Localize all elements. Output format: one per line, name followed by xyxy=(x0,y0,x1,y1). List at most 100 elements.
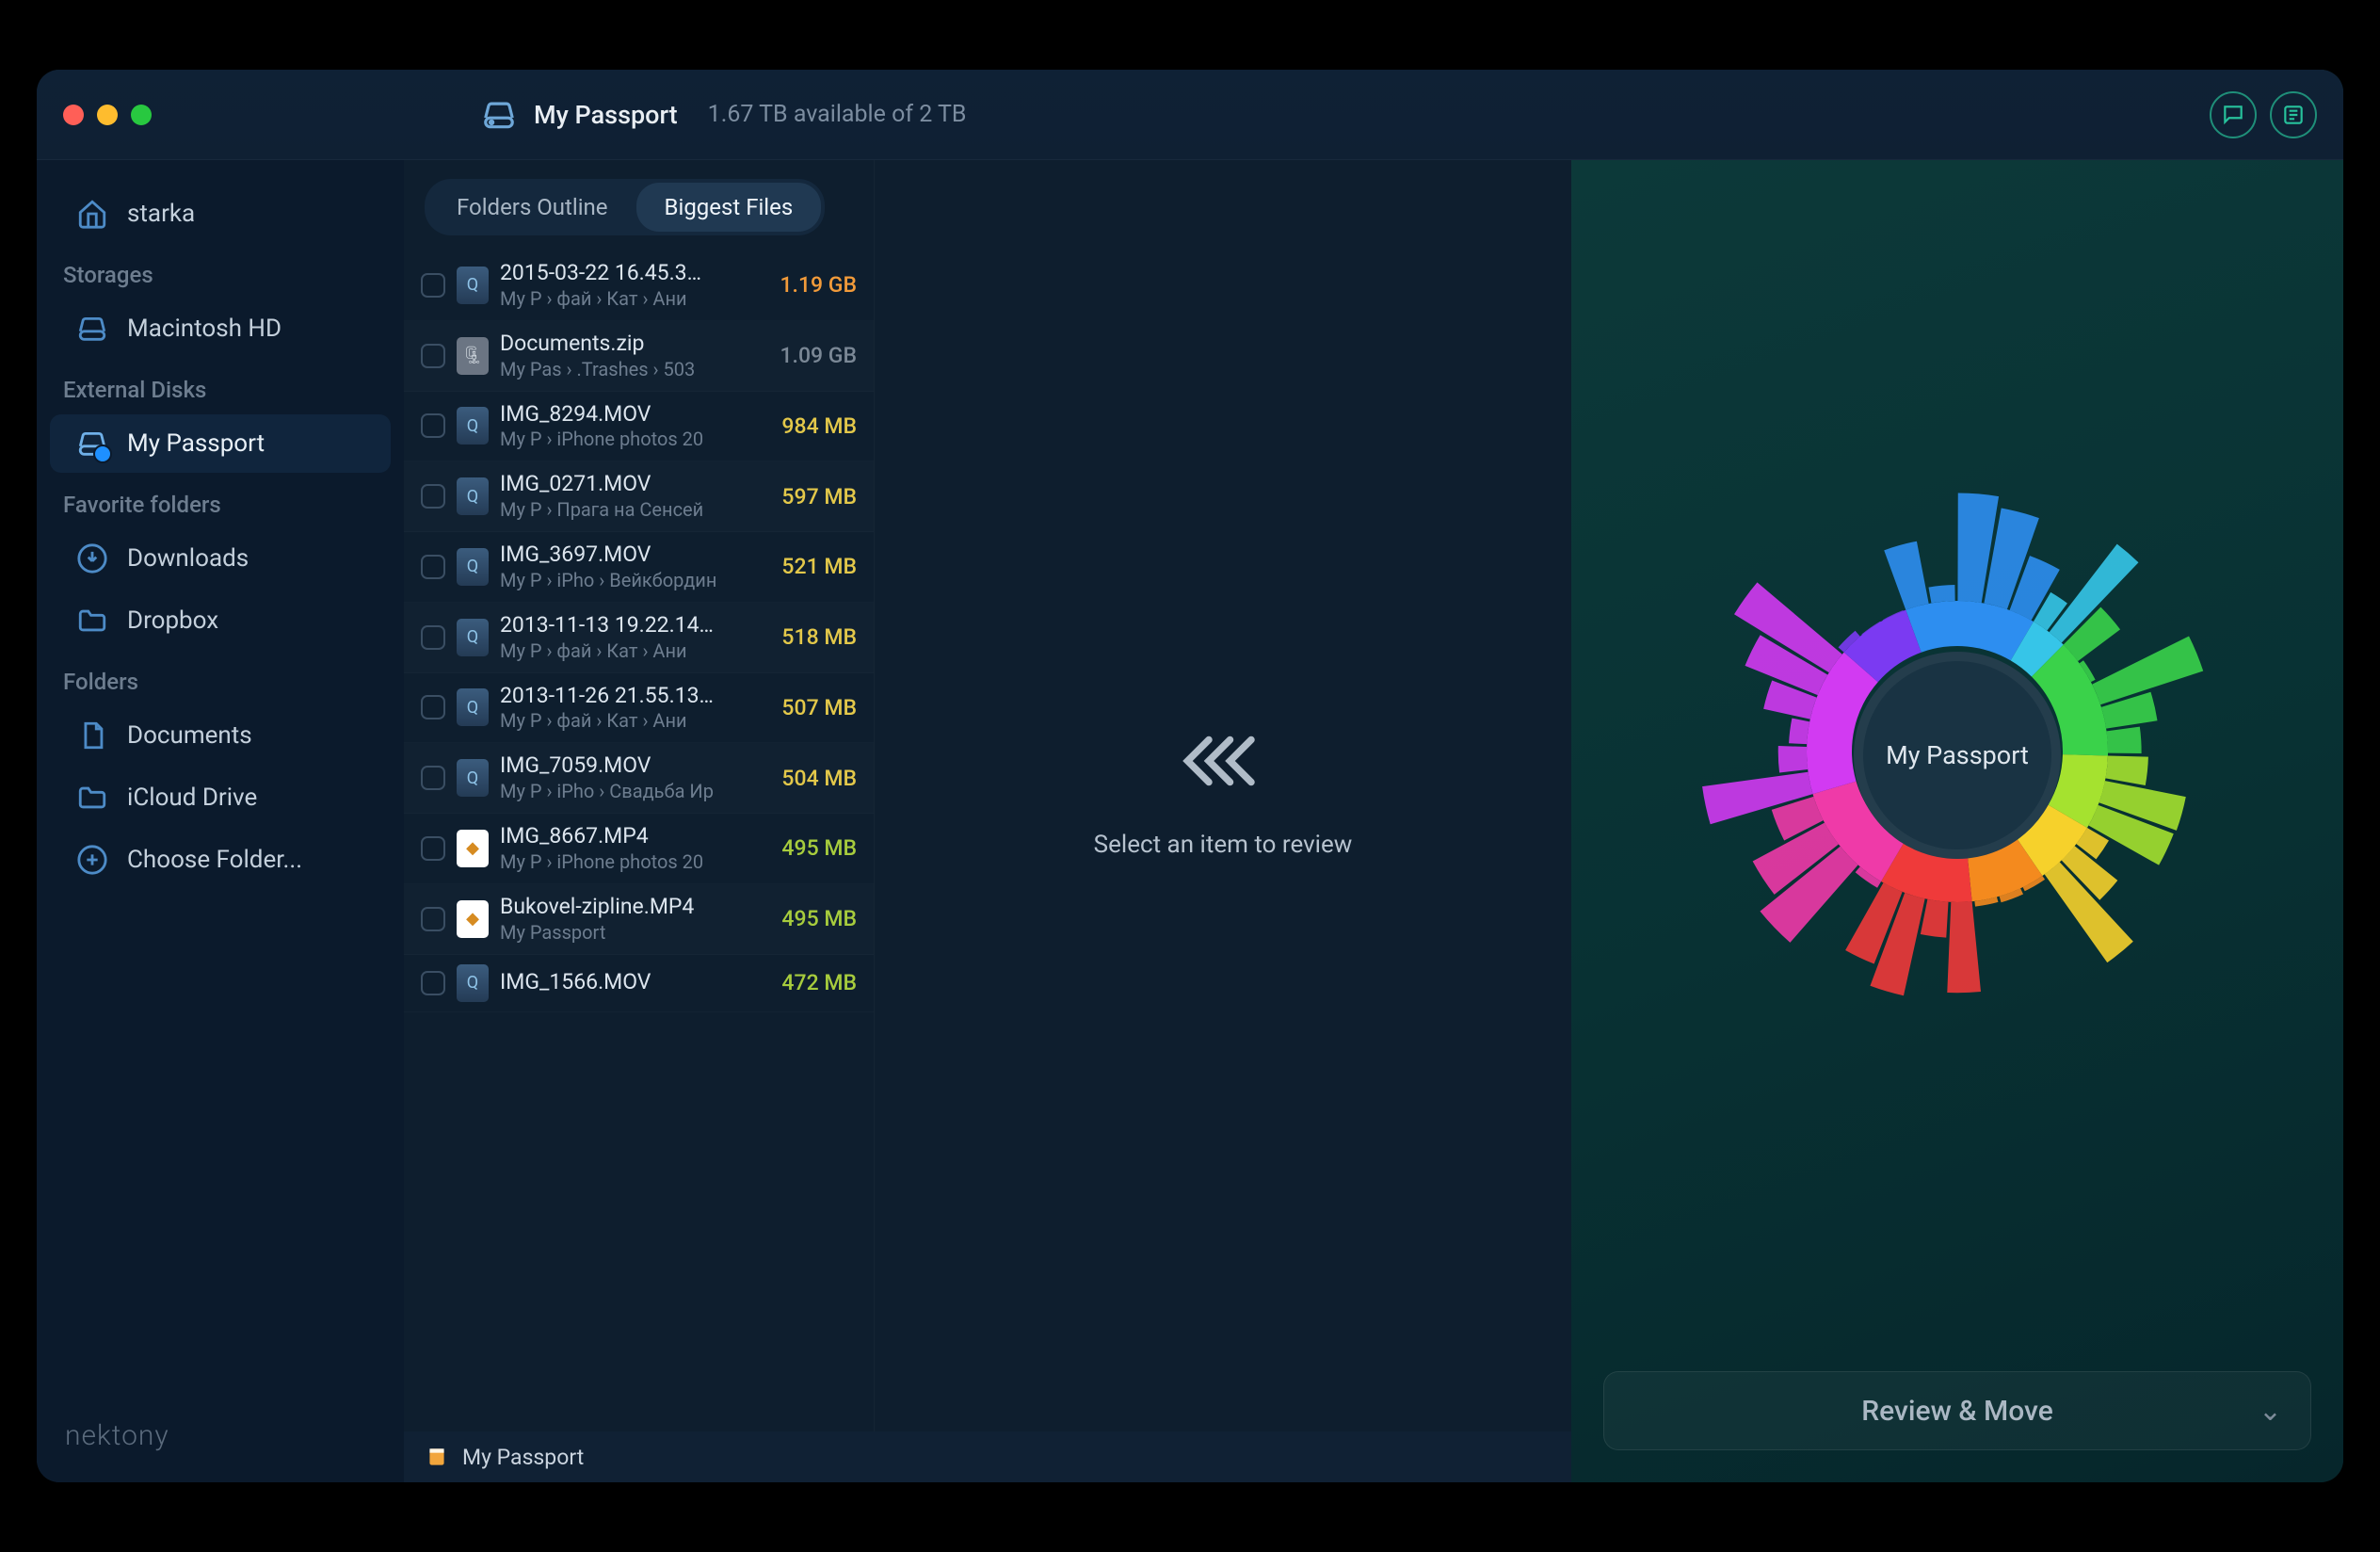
file-path: My P › фай › Кат › Ани xyxy=(500,287,742,311)
file-size: 597 MB xyxy=(753,484,857,509)
tab-biggest-files[interactable]: Biggest Files xyxy=(636,183,822,232)
file-checkbox[interactable] xyxy=(421,344,445,368)
title-disk-name: My Passport xyxy=(534,100,678,130)
close-button[interactable] xyxy=(63,105,84,125)
document-icon xyxy=(76,719,108,752)
sidebar-item-label: Dropbox xyxy=(127,606,218,635)
view-segmented-control: Folders Outline Biggest Files xyxy=(425,179,825,235)
maximize-button[interactable] xyxy=(131,105,152,125)
sidebar-item-my-passport[interactable]: My Passport xyxy=(50,414,391,473)
sidebar-item-icloud[interactable]: iCloud Drive xyxy=(50,768,391,827)
file-checkbox[interactable] xyxy=(421,971,445,995)
file-row[interactable]: Q IMG_1566.MOV 472 MB xyxy=(404,955,874,1012)
file-checkbox[interactable] xyxy=(421,907,445,931)
file-row[interactable]: ◆IMG_8667.MP4My P › iPhone photos 20495 … xyxy=(404,814,874,884)
breadcrumb[interactable]: My Passport xyxy=(404,1431,1571,1482)
file-meta: 2015-03-22 16.45.3…My P › фай › Кат › Ан… xyxy=(500,260,742,311)
file-type-icon: ◆ xyxy=(457,830,489,867)
file-row[interactable]: ◆Bukovel-zipline.MP4My Passport495 MB xyxy=(404,884,874,955)
section-folders: Folders xyxy=(37,652,404,704)
sidebar-item-macintosh-hd[interactable]: Macintosh HD xyxy=(50,299,391,358)
file-checkbox[interactable] xyxy=(421,273,445,298)
disk-icon xyxy=(481,97,517,133)
file-meta: IMG_1566.MOV xyxy=(500,969,742,996)
news-button[interactable] xyxy=(2270,91,2317,138)
file-size: 507 MB xyxy=(753,695,857,720)
file-name: Documents.zip xyxy=(500,331,742,358)
file-checkbox[interactable] xyxy=(421,625,445,650)
file-row[interactable]: QIMG_7059.MOVMy P › iPho › Свадьба Ир504… xyxy=(404,743,874,814)
preview-hint: Select an item to review xyxy=(1094,831,1353,859)
brand-label: nektony xyxy=(37,1389,404,1482)
titlebar: My Passport 1.67 TB available of 2 TB xyxy=(37,70,2343,160)
file-row[interactable]: Q 2015-03-22 16.45.3…My P › фай › Кат › А… xyxy=(404,251,874,321)
file-name: 2013-11-13 19.22.14… xyxy=(500,612,742,639)
file-size: 984 MB xyxy=(753,413,857,439)
sidebar-item-label: Documents xyxy=(127,721,252,750)
minimize-button[interactable] xyxy=(97,105,118,125)
file-row[interactable]: Q 2013-11-26 21.55.13…My P › фай › Кат › … xyxy=(404,673,874,744)
file-checkbox[interactable] xyxy=(421,555,445,579)
file-type-icon: Q xyxy=(457,759,489,797)
sidebar-item-dropbox[interactable]: Dropbox xyxy=(50,591,391,650)
file-meta: 2013-11-13 19.22.14…My P › фай › Кат › А… xyxy=(500,612,742,663)
file-row[interactable]: Q2013-11-13 19.22.14…My P › фай › Кат › … xyxy=(404,603,874,673)
file-meta: IMG_8294.MOVMy P › iPhone photos 20 xyxy=(500,401,742,452)
file-meta: IMG_8667.MP4My P › iPhone photos 20 xyxy=(500,823,742,874)
sidebar-home[interactable]: starka xyxy=(50,185,391,243)
external-disk-icon xyxy=(76,428,108,460)
file-path: My P › фай › Кат › Ани xyxy=(500,709,742,733)
newspaper-icon xyxy=(2281,103,2306,127)
file-name: IMG_1566.MOV xyxy=(500,969,742,996)
home-icon xyxy=(76,198,108,230)
file-meta: Bukovel-zipline.MP4My Passport xyxy=(500,894,742,945)
chevron-left-icon xyxy=(1181,733,1265,793)
plus-circle-icon xyxy=(76,844,108,876)
tab-folders-outline[interactable]: Folders Outline xyxy=(428,183,636,232)
file-path: My Passport xyxy=(500,921,742,945)
file-type-icon: 🗜 xyxy=(457,337,489,375)
file-row[interactable]: QIMG_0271.MOVMy P › Прага на Сенсей597 M… xyxy=(404,461,874,532)
sidebar-item-downloads[interactable]: Downloads xyxy=(50,529,391,588)
file-checkbox[interactable] xyxy=(421,484,445,509)
file-row[interactable]: QIMG_3697.MOVMy P › iPho › Вейкбордин521… xyxy=(404,532,874,603)
file-meta: 2013-11-26 21.55.13…My P › фай › Кат › А… xyxy=(500,683,742,734)
file-meta: IMG_7059.MOVMy P › iPho › Свадьба Ир xyxy=(500,752,742,803)
sidebar-item-choose-folder[interactable]: Choose Folder... xyxy=(50,831,391,889)
center-area: Folders Outline Biggest Files Q 2015-03-2… xyxy=(404,70,1571,1482)
file-path: My Pas › .Trashes › 503 xyxy=(500,358,742,381)
section-storages: Storages xyxy=(37,245,404,298)
file-list[interactable]: Q 2015-03-22 16.45.3…My P › фай › Кат › А… xyxy=(404,251,874,1431)
file-type-icon: Q xyxy=(457,688,489,726)
title-disk-info: My Passport 1.67 TB available of 2 TB xyxy=(481,97,967,133)
file-checkbox[interactable] xyxy=(421,695,445,719)
breadcrumb-label: My Passport xyxy=(462,1445,584,1470)
file-checkbox[interactable] xyxy=(421,836,445,861)
download-icon xyxy=(76,542,108,574)
file-type-icon: Q xyxy=(457,477,489,515)
sidebar-home-label: starka xyxy=(127,200,195,228)
file-name: IMG_8667.MP4 xyxy=(500,823,742,850)
file-name: IMG_8294.MOV xyxy=(500,401,742,428)
title-availability: 1.67 TB available of 2 TB xyxy=(708,101,967,128)
file-path: My P › iPho › Вейкбордин xyxy=(500,569,742,592)
app-window: My Passport 1.67 TB available of 2 TB st… xyxy=(37,70,2343,1482)
file-checkbox[interactable] xyxy=(421,413,445,438)
sidebar-item-documents[interactable]: Documents xyxy=(50,706,391,765)
file-type-icon: ◆ xyxy=(457,900,489,938)
file-row[interactable]: 🗜Documents.zipMy Pas › .Trashes › 5031.0… xyxy=(404,321,874,392)
sidebar-item-label: My Passport xyxy=(127,429,265,458)
feedback-button[interactable] xyxy=(2210,91,2257,138)
file-size: 472 MB xyxy=(753,970,857,995)
file-type-icon: Q xyxy=(457,964,489,1002)
file-path: My P › фай › Кат › Ани xyxy=(500,639,742,663)
chevron-down-icon[interactable]: ⌄ xyxy=(2259,1395,2282,1428)
file-type-icon: Q xyxy=(457,407,489,445)
file-name: IMG_3697.MOV xyxy=(500,542,742,569)
file-row[interactable]: Q IMG_8294.MOVMy P › iPhone photos 20 984 … xyxy=(404,392,874,462)
file-size: 518 MB xyxy=(753,624,857,650)
sunburst-chart[interactable]: My Passport xyxy=(1571,160,2343,1343)
file-type-icon: Q xyxy=(457,267,489,304)
file-checkbox[interactable] xyxy=(421,766,445,790)
review-move-button[interactable]: Review & Move ⌄ xyxy=(1603,1371,2311,1450)
